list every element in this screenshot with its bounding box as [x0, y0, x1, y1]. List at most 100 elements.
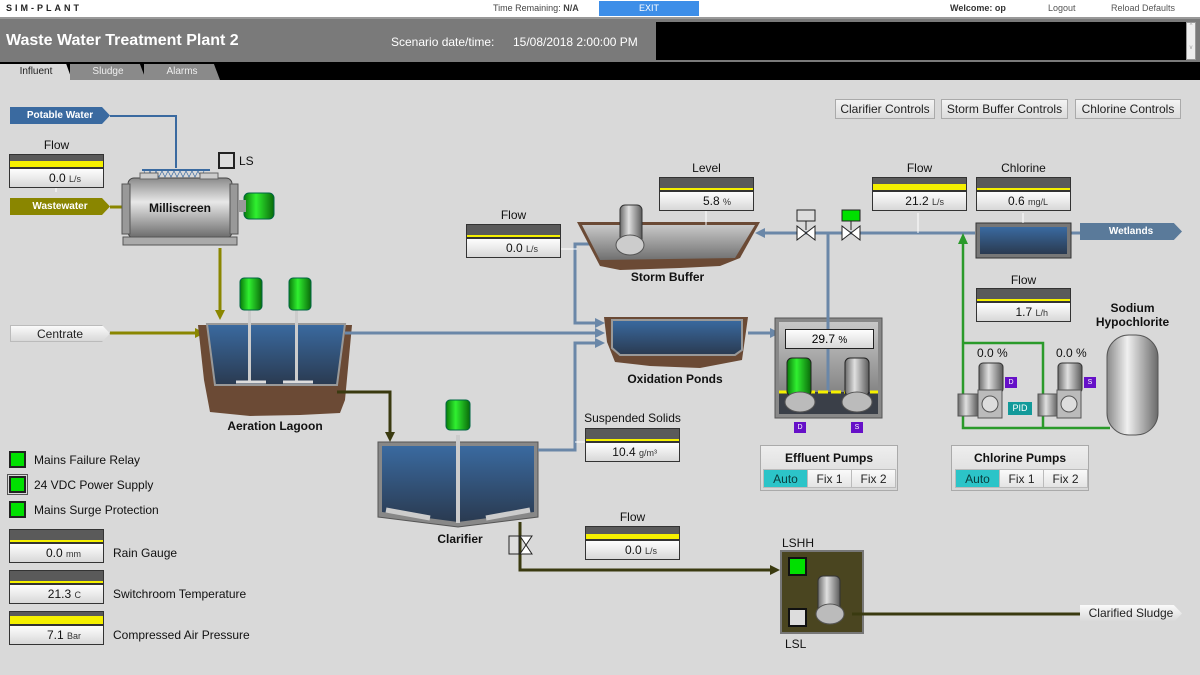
gauge-value: 21.2	[905, 194, 929, 208]
header: Waste Water Treatment Plant 2 Scenario d…	[0, 17, 1200, 62]
gauge-value: 0.6	[1007, 194, 1025, 208]
gauge-value: 0.0	[505, 241, 523, 255]
brand-logo: SIM-PLANT	[6, 3, 82, 13]
gauge-fill	[10, 615, 103, 624]
chlorine-pumps-title: Chlorine Pumps	[973, 451, 1066, 465]
wastewater-tag[interactable]: Wastewater	[10, 198, 110, 215]
scenario-datetime: 15/08/2018 2:00:00 PM	[513, 35, 638, 49]
suspended-solids-gauge: 10.4 g/m³	[585, 428, 680, 462]
tab-alarms[interactable]: Alarms	[144, 64, 220, 80]
welcome-text: Welcome: op	[950, 3, 1006, 13]
sodium-label: Sodium	[1110, 301, 1155, 315]
process-canvas: Clarifier Controls Storm Buffer Controls…	[0, 80, 1200, 675]
tab-influent[interactable]: Influent	[0, 64, 72, 80]
influent-flow-gauge: 0.0 L/s	[9, 154, 104, 188]
gauge-unit: %	[722, 197, 731, 207]
gauge-unit: C	[74, 590, 82, 600]
effluent-auto-button[interactable]: Auto	[763, 469, 808, 488]
ls-indicator	[218, 152, 235, 169]
gauge-value: 0.0	[624, 543, 642, 557]
chlorine-standby-speed: 0.0 %	[1056, 346, 1087, 360]
clarified-sludge-tag[interactable]: Clarified Sludge	[1080, 605, 1182, 622]
hypochlorite-label: Hypochlorite	[1095, 315, 1170, 329]
switchroom-temp-gauge: 21.3 C	[9, 570, 104, 604]
gauge-unit: L/s	[68, 174, 81, 184]
gauge-fill	[586, 534, 679, 539]
scenario-label: Scenario date/time:	[391, 35, 495, 49]
sludge-flow-label: Flow	[619, 510, 646, 524]
gauge-value: 7.1	[46, 628, 64, 642]
wet-well-value: 29.7	[811, 332, 836, 346]
wetlands-tag[interactable]: Wetlands	[1080, 223, 1182, 240]
lsl-label: LSL	[785, 637, 807, 651]
gauge-unit: mg/L	[1027, 197, 1048, 207]
potable-water-pipe	[110, 115, 177, 168]
chlorine-fix1-button[interactable]: Fix 1	[999, 469, 1044, 488]
influent-flow-label: Flow	[43, 138, 70, 152]
storm-level-gauge: 5.8 %	[659, 177, 754, 211]
tab-bar: Influent Sludge Alarms	[0, 62, 1200, 80]
effluent-fix2-button[interactable]: Fix 2	[851, 469, 896, 488]
oxidation-ponds-label: Oxidation Ponds	[627, 372, 723, 386]
time-remaining: Time Remaining: N/A	[493, 3, 579, 13]
potable-water-tag[interactable]: Potable Water	[10, 107, 110, 124]
effluent-fix1-button[interactable]: Fix 1	[807, 469, 852, 488]
chlorine-controls-button[interactable]: Chlorine Controls	[1075, 99, 1181, 119]
gauge-unit: L/s	[931, 197, 944, 207]
rain-gauge-label: Rain Gauge	[113, 546, 178, 560]
air-pressure-label: Compressed Air Pressure	[113, 628, 250, 642]
clarifier-controls-button[interactable]: Clarifier Controls	[835, 99, 935, 119]
gauge-value: 5.8	[702, 194, 720, 208]
tab-sludge[interactable]: Sludge	[70, 64, 146, 80]
power-supply-label: 24 VDC Power Supply	[34, 478, 154, 492]
top-bar: SIM-PLANT Time Remaining: N/A EXIT Welco…	[0, 0, 1200, 17]
dosing-flow-label: Flow	[1010, 273, 1037, 287]
page-title: Waste Water Treatment Plant 2	[6, 32, 239, 49]
mains-failure-relay-indicator	[9, 451, 26, 468]
scroll-down-icon[interactable]: v	[1187, 45, 1195, 51]
chlorine-standby-badge: S	[1084, 377, 1096, 388]
gauge-value: 10.4	[612, 445, 636, 459]
storm-buffer-controls-button[interactable]: Storm Buffer Controls	[941, 99, 1068, 119]
effluent-pumps-title: Effluent Pumps	[784, 451, 873, 465]
reload-defaults-link[interactable]: Reload Defaults	[1111, 3, 1175, 13]
chlorine-label: Chlorine	[1001, 161, 1046, 175]
aeration-lagoon-label: Aeration Lagoon	[227, 419, 323, 433]
chlorine-pumps-panel: Chlorine Pumps Auto Fix 1 Fix 2	[951, 445, 1089, 491]
chlorine-gauge: 0.6 mg/L	[976, 177, 1071, 211]
centrate-tag[interactable]: Centrate	[10, 325, 110, 342]
exit-button[interactable]: EXIT	[599, 1, 699, 16]
chlorine-duty-badge: D	[1005, 377, 1017, 388]
logout-link[interactable]: Logout	[1048, 3, 1076, 13]
gauge-fill	[873, 184, 966, 190]
clarifier-unit	[377, 399, 539, 528]
chlorine-auto-button[interactable]: Auto	[955, 469, 1000, 488]
gauge-value: 0.0	[48, 171, 66, 185]
surge-protection-label: Mains Surge Protection	[34, 503, 159, 517]
gauge-unit: g/m³	[639, 448, 657, 458]
gauge-unit: L/h	[1035, 308, 1048, 318]
message-scrollbar[interactable]: ^ v	[1186, 22, 1196, 60]
chlorine-fix2-button[interactable]: Fix 2	[1043, 469, 1088, 488]
sludge-flow-gauge: 0.0 L/s	[585, 526, 680, 560]
oxidation-ponds	[604, 317, 748, 368]
dosing-flow-gauge: 1.7 L/h	[976, 288, 1071, 322]
gauge-unit: mm	[66, 549, 81, 559]
storm-buffer-label: Storm Buffer	[630, 270, 705, 284]
gauge-fill	[10, 580, 103, 583]
clarifier-label: Clarifier	[437, 532, 483, 546]
milliscreen-label: Milliscreen	[148, 201, 212, 215]
effluent-duty-badge: D	[794, 422, 806, 433]
chlorine-pump-standby	[1037, 362, 1083, 419]
gauge-unit: Bar	[66, 631, 81, 641]
gauge-fill	[660, 188, 753, 190]
power-supply-indicator	[7, 474, 28, 495]
effluent-flow-gauge: 21.2 L/s	[872, 177, 967, 211]
chlorine-contact-tank	[980, 227, 1067, 254]
gauge-unit: L/s	[525, 244, 538, 254]
mains-failure-relay-label: Mains Failure Relay	[34, 453, 141, 467]
pid-indicator[interactable]: PID	[1008, 402, 1032, 415]
wet-well-unit: %	[838, 335, 848, 346]
scroll-up-icon[interactable]: ^	[1187, 23, 1195, 29]
effluent-pumps-panel: Effluent Pumps Auto Fix 1 Fix 2	[760, 445, 898, 491]
